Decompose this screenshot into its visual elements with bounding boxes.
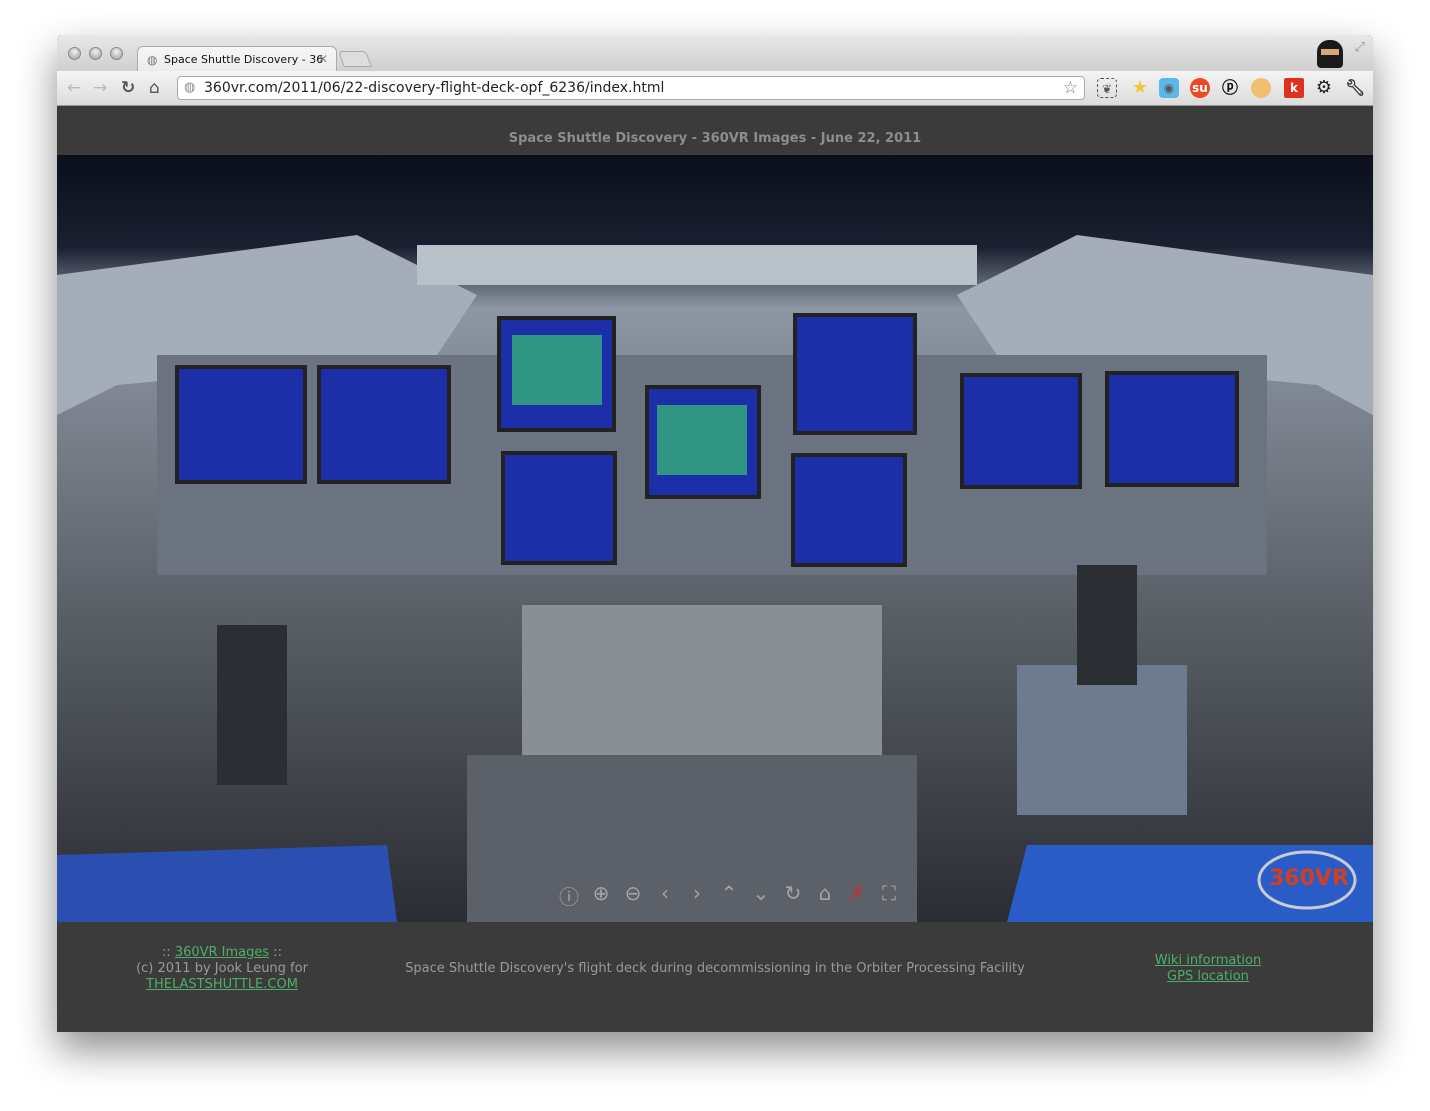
pan-down-icon[interactable]: ⌄ bbox=[749, 881, 773, 910]
url-text: 360vr.com/2011/06/22-discovery-flight-de… bbox=[204, 80, 665, 96]
pinterest-icon[interactable]: ⓟ bbox=[1220, 78, 1240, 98]
reload-icon[interactable]: ↻ bbox=[121, 78, 135, 98]
browser-window: ◍ Space Shuttle Discovery - 36 ✕ ⤢ ← → ↻ ⌂… bbox=[57, 35, 1373, 1032]
hootsuite-owl-icon[interactable]: ◉ bbox=[1159, 78, 1179, 98]
forward-icon[interactable]: → bbox=[93, 78, 107, 98]
home-icon[interactable]: ⌂ bbox=[149, 78, 160, 98]
panorama-controls: ⓘ ⊕ ⊖ ‹ › ⌃ ⌄ ↻ ⌂ ✗ ⛶ bbox=[557, 881, 901, 910]
panorama-viewer[interactable]: 360VR ⓘ ⊕ ⊖ ‹ › ⌃ ⌄ ↻ ⌂ ✗ ⛶ bbox=[57, 155, 1373, 922]
pufferfish-icon[interactable] bbox=[1251, 78, 1271, 98]
360vr-images-link[interactable]: 360VR Images bbox=[175, 945, 269, 960]
footer-credits: :: 360VR Images :: (c) 2011 by Jook Leun… bbox=[117, 945, 327, 993]
tab-title: Space Shuttle Discovery - 36 bbox=[164, 53, 324, 66]
bookmark-star-g-icon[interactable]: ★ bbox=[1130, 78, 1150, 98]
footer-links: Wiki information GPS location bbox=[1137, 953, 1279, 985]
globe-icon: ◍ bbox=[147, 53, 158, 67]
page-header: Space Shuttle Discovery - 360VR Images -… bbox=[57, 106, 1373, 155]
cockpit-panorama-image: 360VR bbox=[57, 155, 1373, 922]
home-icon[interactable]: ⌂ bbox=[813, 881, 837, 910]
back-icon[interactable]: ← bbox=[67, 78, 81, 98]
incognito-ninja-icon bbox=[1317, 40, 1343, 68]
zoom-in-icon[interactable]: ⊕ bbox=[589, 881, 613, 910]
autorotate-icon[interactable]: ↻ bbox=[781, 881, 805, 910]
address-bar[interactable]: ◍ 360vr.com/2011/06/22-discovery-flight-d… bbox=[177, 76, 1085, 100]
fullscreen-icon[interactable]: ⛶ bbox=[877, 881, 901, 910]
fullscreen-expand-icon[interactable]: ⤢ bbox=[1355, 40, 1365, 55]
toolbar: ← → ↻ ⌂ ◍ 360vr.com/2011/06/22-discovery-… bbox=[57, 71, 1373, 106]
gps-location-link[interactable]: GPS location bbox=[1167, 969, 1249, 984]
window-controls bbox=[68, 47, 123, 60]
thelastshuttle-link[interactable]: THELASTSHUTTLE.COM bbox=[146, 977, 298, 992]
wiki-information-link[interactable]: Wiki information bbox=[1155, 953, 1261, 968]
separator: :: bbox=[269, 945, 283, 960]
page-footer: :: 360VR Images :: (c) 2011 by Jook Leun… bbox=[57, 922, 1373, 1032]
evernote-icon[interactable]: ❦ bbox=[1097, 78, 1117, 98]
360vr-logo: 360VR bbox=[1269, 866, 1349, 891]
wrench-icon[interactable]: 🔧︎ bbox=[1345, 78, 1365, 98]
stumbleupon-icon[interactable]: su bbox=[1190, 78, 1210, 98]
close-tab-icon[interactable]: ✕ bbox=[318, 52, 328, 66]
close-window-button[interactable] bbox=[68, 47, 81, 60]
bookmark-star-icon[interactable]: ☆ bbox=[1063, 78, 1078, 98]
pan-up-icon[interactable]: ⌃ bbox=[717, 881, 741, 910]
zoom-window-button[interactable] bbox=[110, 47, 123, 60]
pan-right-icon[interactable]: › bbox=[685, 881, 709, 910]
new-tab-button[interactable] bbox=[338, 51, 372, 67]
credit-text: (c) 2011 by Jook Leung for bbox=[136, 961, 308, 976]
separator: :: bbox=[161, 945, 175, 960]
globe-icon: ◍ bbox=[184, 80, 196, 95]
tab-bar: ◍ Space Shuttle Discovery - 36 ✕ ⤢ bbox=[57, 35, 1373, 72]
pan-left-icon[interactable]: ‹ bbox=[653, 881, 677, 910]
zoom-out-icon[interactable]: ⊖ bbox=[621, 881, 645, 910]
browser-tab[interactable]: ◍ Space Shuttle Discovery - 36 ✕ bbox=[137, 46, 337, 72]
klout-icon[interactable]: k bbox=[1284, 78, 1304, 98]
settings-gear-icon[interactable]: ⚙ bbox=[1314, 78, 1334, 98]
info-icon[interactable]: ⓘ bbox=[557, 881, 581, 910]
minimize-window-button[interactable] bbox=[89, 47, 102, 60]
panorama-caption: Space Shuttle Discovery's flight deck du… bbox=[405, 961, 1025, 976]
hotspots-off-icon[interactable]: ✗ bbox=[845, 881, 869, 910]
page-title: Space Shuttle Discovery - 360VR Images -… bbox=[508, 131, 922, 146]
